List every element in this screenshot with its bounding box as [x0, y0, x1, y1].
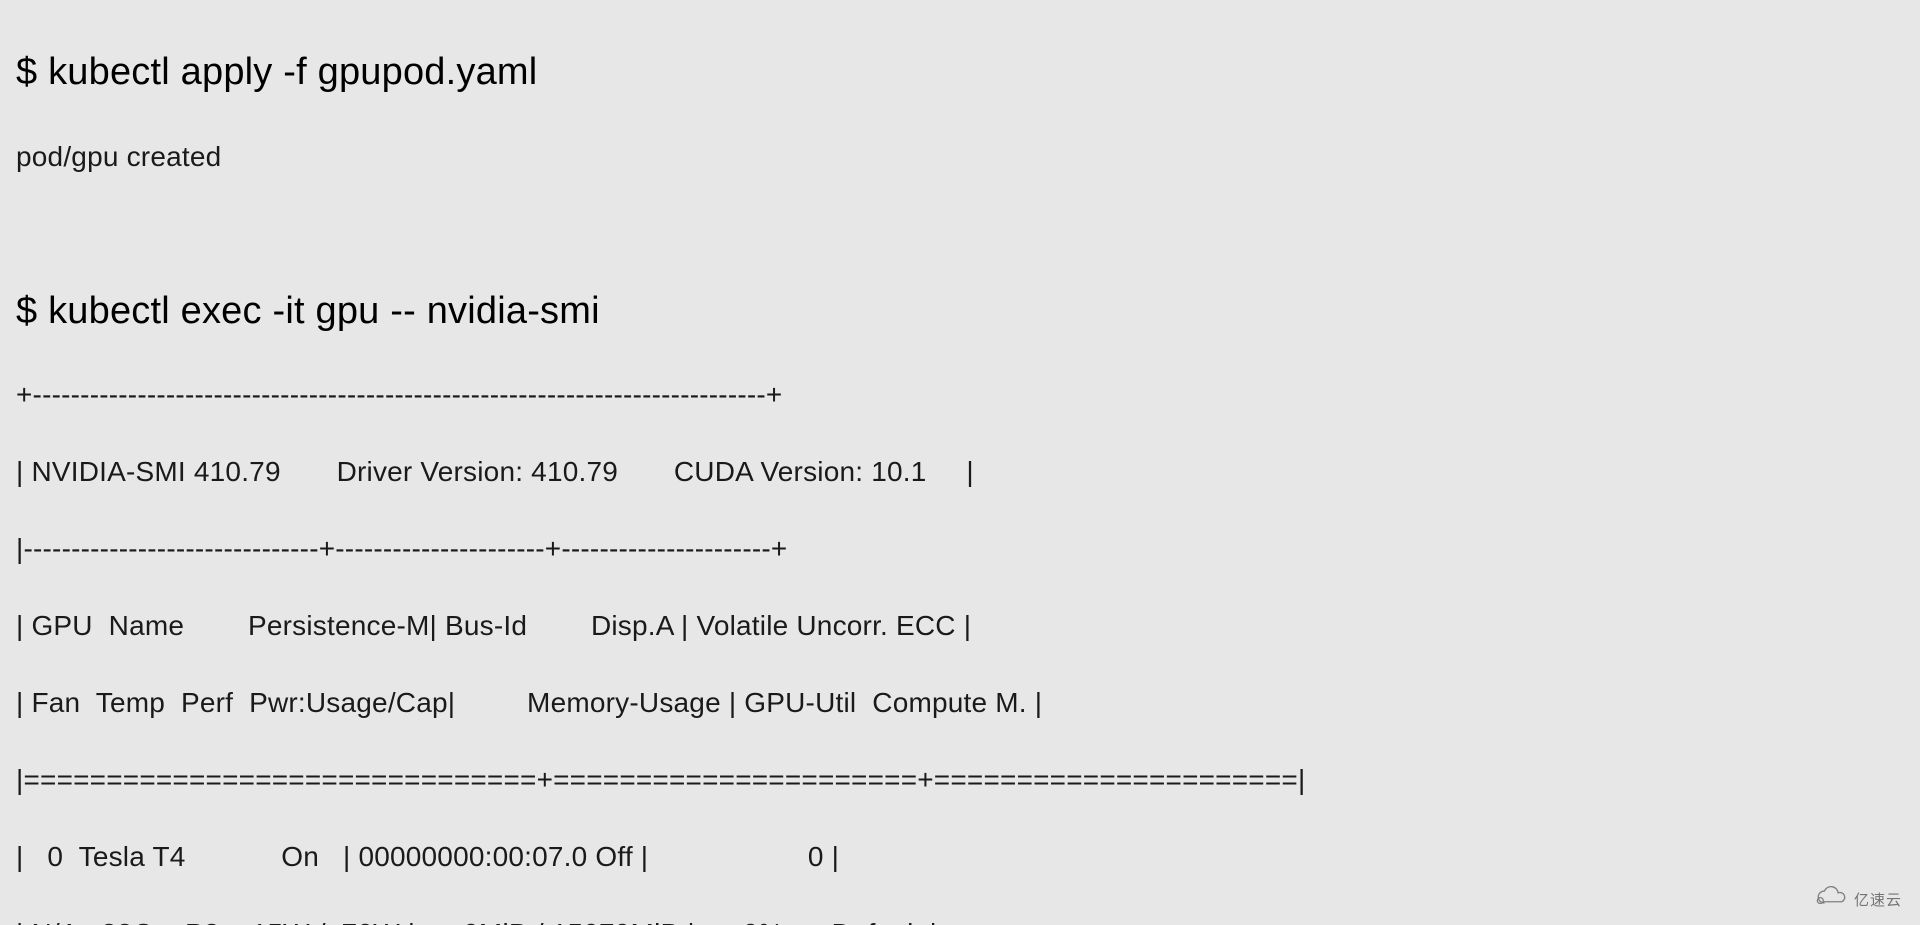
- watermark: 亿速云: [1812, 886, 1902, 913]
- watermark-text: 亿速云: [1854, 889, 1902, 910]
- smi-line: | GPU Name Persistence-M| Bus-Id Disp.A …: [16, 607, 1904, 645]
- smi-line: | 0 Tesla T4 On | 00000000:00:07.0 Off |…: [16, 838, 1904, 876]
- smi-line: | NVIDIA-SMI 410.79 Driver Version: 410.…: [16, 453, 1904, 491]
- apply-reply: pod/gpu created: [16, 138, 1904, 176]
- command-apply: $ kubectl apply -f gpupod.yaml: [16, 47, 1904, 98]
- terminal-output: $ kubectl apply -f gpupod.yaml pod/gpu c…: [0, 0, 1920, 925]
- command-exec-smi: $ kubectl exec -it gpu -- nvidia-smi: [16, 286, 1904, 337]
- smi-line: |===============================+=======…: [16, 761, 1904, 799]
- cloud-icon: [1812, 886, 1850, 913]
- smi-line: | Fan Temp Perf Pwr:Usage/Cap| Memory-Us…: [16, 684, 1904, 722]
- smi-line: |-------------------------------+-------…: [16, 530, 1904, 568]
- smi-line: +---------------------------------------…: [16, 376, 1904, 414]
- smi-line: | N/A 33C P8 15W / 70W | 0MiB / 15079MiB…: [16, 915, 1904, 925]
